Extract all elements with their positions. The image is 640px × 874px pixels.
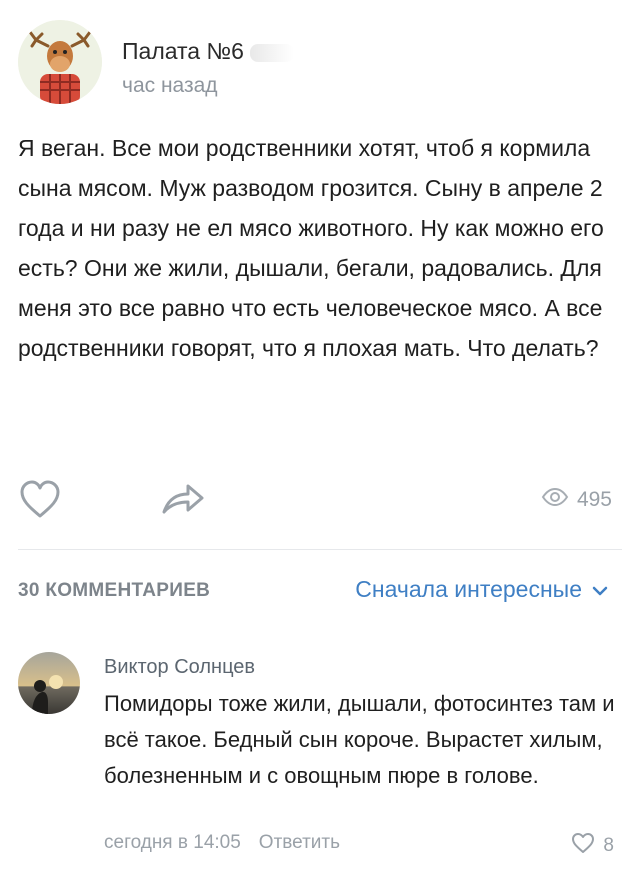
view-count: 495 [541,486,612,514]
divider [18,549,622,550]
post-text: Я веган. Все мои родственники хотят, что… [18,135,604,361]
comment-meta: сегодня в 14:05 Ответить [104,832,340,854]
comment: Виктор Солнцев Помидоры тоже жили, дышал… [18,648,622,868]
sunset-avatar-icon[interactable] [18,652,80,714]
comment-author[interactable]: Виктор Солнцев [104,656,255,679]
post-actions: 495 [18,472,622,528]
comment-like-button[interactable]: 8 [571,832,614,860]
sort-label[interactable]: Сначала интересные [355,576,582,603]
chevron-down-icon[interactable] [592,576,608,603]
heart-icon[interactable] [571,832,595,860]
post-time: час назад [122,74,218,97]
eye-icon [541,487,569,512]
post-header: Палата №6 час назад [18,18,622,114]
view-count-value: 495 [576,488,612,511]
comment-like-count: 8 [603,835,614,856]
author-name[interactable]: Палата №6 [122,38,294,65]
comment-text: Помидоры тоже жили, дышали, фотосинтез т… [104,691,615,788]
comment-time: сегодня в 14:05 [104,832,241,853]
reply-button[interactable]: Ответить [259,832,340,854]
comments-bar: 30 КОММЕНТАРИЕВ Сначала интересные [18,574,622,610]
sort-dropdown[interactable]: Сначала интересные [355,576,608,603]
blurred-name-fragment [249,43,294,62]
share-arrow-icon[interactable] [158,478,208,522]
comments-count: 30 КОММЕНТАРИЕВ [18,580,211,601]
heart-icon[interactable] [18,478,62,522]
moose-avatar-icon[interactable] [18,20,102,104]
author-name-text[interactable]: Палата №6 [122,38,244,64]
